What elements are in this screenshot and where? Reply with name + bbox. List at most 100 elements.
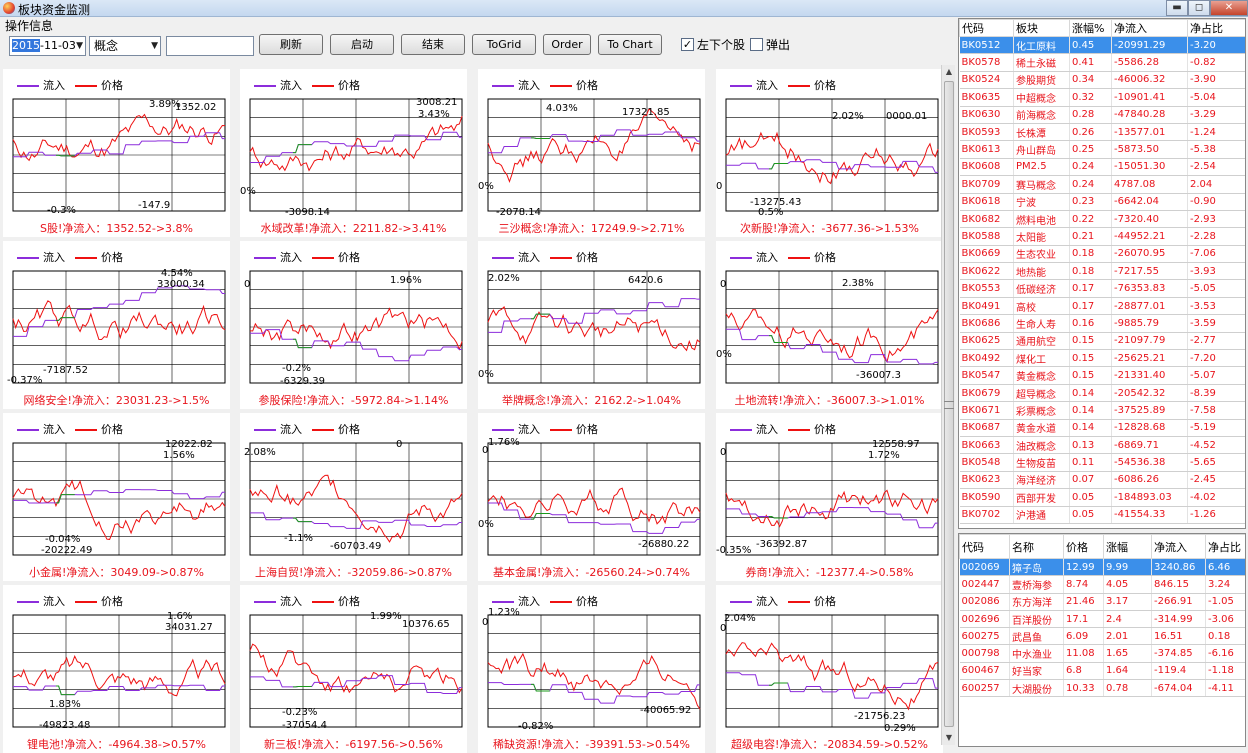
sector-chart[interactable]: 流入价格1.23%0-0.82%-40065.92稀缺资源!净流入：-39391… [478,585,705,753]
chart-grid-scrollbar[interactable]: ▲ ▼ [941,65,955,745]
table-row[interactable]: BK0622地热能0.18-7217.55-3.93 [960,263,1247,280]
table-row[interactable]: 600257大湖股份10.330.78-674.04-4.11 [960,680,1247,697]
table-cell: -1.18 [1206,662,1247,679]
chevron-down-icon[interactable]: ▼ [151,39,158,53]
maximize-button[interactable]: ◻ [1188,0,1210,16]
table-row[interactable]: BK0682燃料电池0.22-7320.40-2.93 [960,210,1247,227]
table-row[interactable]: 000798中水渔业11.081.65-374.85-6.16 [960,645,1247,662]
legend-inflow-label: 流入 [756,251,778,264]
sector-chart[interactable]: 流入价格2.02%6420.60%举牌概念!净流入：2162.2->1.04% [478,241,705,409]
table-row[interactable]: BK0547黄金概念0.15-21331.40-5.07 [960,367,1247,384]
popup-checkbox[interactable] [750,38,763,51]
legend-inflow: 流入 [730,77,778,93]
date-picker[interactable]: 2015-11-03 ▼ [9,36,86,56]
sector-chart[interactable]: 流入价格1.96%0-0.2%-6329.39参股保险!净流入：-5972.84… [240,241,467,409]
sector-column-header[interactable]: 净占比 [1188,20,1247,37]
sector-chart[interactable]: 流入价格2.04%0-21756.230.29%超级电容!净流入：-20834.… [716,585,943,753]
legend-inflow: 流入 [492,77,540,93]
table-row[interactable]: BK0686生命人寿0.16-9885.79-3.59 [960,315,1247,332]
table-row[interactable]: 600275武昌鱼6.092.0116.510.18 [960,628,1247,645]
table-row[interactable]: BK0608PM2.50.24-15051.30-2.54 [960,158,1247,175]
table-cell: BK0682 [960,210,1014,227]
table-row[interactable]: 002696百洋股份17.12.4-314.99-3.06 [960,610,1247,627]
sector-chart[interactable]: 流入价格1.99%10376.65-0.23%-37054.4新三板!净流入：-… [240,585,467,753]
table-row[interactable]: BK0709赛马概念0.244787.082.04 [960,176,1247,193]
table-row[interactable]: BK0512化工原料0.45-20991.29-3.20 [960,37,1247,54]
table-row[interactable]: 002086东方海洋21.463.17-266.91-1.05 [960,593,1247,610]
category-select[interactable]: 概念 ▼ [89,36,161,56]
sector-chart[interactable]: 流入价格2.38%00%-36007.3土地流转!净流入：-36007.3->1… [716,241,943,409]
legend-inflow-label: 流入 [518,595,540,608]
table-row[interactable]: 600467好当家6.81.64-119.4-1.18 [960,662,1247,679]
sector-chart[interactable]: 流入价格1.76%00%-26880.22基本金属!净流入：-26560.24-… [478,413,705,581]
table-row[interactable]: BK0635中超概念0.32-10901.41-5.04 [960,89,1247,106]
refresh-button[interactable]: 刷新 [259,34,323,55]
legend-inflow-swatch [17,601,39,603]
table-row[interactable]: BK0679超导概念0.14-20542.32-8.39 [960,384,1247,401]
stock-column-header[interactable]: 涨幅 [1104,535,1152,559]
sector-column-header[interactable]: 涨幅% [1070,20,1112,37]
sector-chart[interactable]: 流入价格2.02%0000.010-13275.430.5%次新股!净流入：-3… [716,69,943,237]
sector-chart[interactable]: 流入价格4.54%33000.34-0.37%-7187.52网络安全!净流入：… [3,241,230,409]
table-cell: -5.19 [1188,419,1247,436]
scroll-up-icon[interactable]: ▲ [942,65,956,79]
stock-column-header[interactable]: 净占比 [1206,535,1247,559]
table-row[interactable]: BK0702沪港通0.05-41554.33-1.26 [960,506,1247,523]
sector-chart[interactable]: 流入价格12022.821.56%-0.04%-20222.49小金属!净流入：… [3,413,230,581]
table-cell: -3.06 [1206,610,1247,627]
table-row[interactable]: BK0669生态农业0.18-26070.95-7.06 [960,245,1247,262]
table-row[interactable]: BK0613舟山群岛0.25-5873.50-5.38 [960,141,1247,158]
minimize-button[interactable]: ▬ [1166,0,1188,16]
legend-inflow: 流入 [17,593,65,609]
chart-annotation: 0 [716,181,722,192]
table-row[interactable]: BK0578稀土永磁0.41-5586.28-0.82 [960,54,1247,71]
togrid-button[interactable]: ToGrid [472,34,536,55]
stock-column-header[interactable]: 名称 [1010,535,1064,559]
table-cell: 6.8 [1064,662,1104,679]
end-button[interactable]: 结束 [401,34,465,55]
table-row[interactable]: BK0588太阳能0.21-44952.21-2.28 [960,228,1247,245]
chart-caption: 三沙概念!净流入：17249.9->2.71% [478,220,705,236]
table-row[interactable]: BK0625通用航空0.15-21097.79-2.77 [960,332,1247,349]
scroll-down-icon[interactable]: ▼ [942,731,956,745]
sector-chart[interactable]: 流入价格3.89%1352.02-0.3%-147.9S股!净流入：1352.5… [3,69,230,237]
search-input[interactable] [166,36,254,56]
sector-chart[interactable]: 流入价格4.03%17321.850%-2078.14三沙概念!净流入：1724… [478,69,705,237]
table-row[interactable]: BK0524参股期货0.34-46006.32-3.90 [960,71,1247,88]
stock-column-header[interactable]: 净流入 [1152,535,1206,559]
table-row[interactable]: BK0663油改概念0.13-6869.71-4.52 [960,436,1247,453]
stock-column-header[interactable]: 价格 [1064,535,1104,559]
sector-column-header[interactable]: 净流入 [1112,20,1188,37]
table-cell: 0.26 [1070,123,1112,140]
table-row[interactable]: BK0593长株潭0.26-13577.01-1.24 [960,123,1247,140]
table-row[interactable]: BK0590西部开发0.05-184893.03-4.02 [960,489,1247,506]
left-lower-checkbox[interactable]: ✓ [681,38,694,51]
sector-chart[interactable]: 流入价格02.08%-1.1%-60703.49上海自贸!净流入：-32059.… [240,413,467,581]
chart-annotation: 0.29% [884,723,916,734]
category-value: 概念 [94,39,118,53]
sector-chart[interactable]: 流入价格12558.971.72%0-0.35%-36392.87券商!净流入：… [716,413,943,581]
table-row[interactable]: BK0687黄金水道0.14-12828.68-5.19 [960,419,1247,436]
table-row[interactable]: BK0492煤化工0.15-25625.21-7.20 [960,350,1247,367]
tochart-button[interactable]: To Chart [598,34,662,55]
legend-price-label: 价格 [101,423,123,436]
table-row[interactable]: BK0671彩票概念0.14-37525.89-7.58 [960,402,1247,419]
table-row[interactable]: BK0623海洋经济0.07-6086.26-2.45 [960,471,1247,488]
table-row[interactable]: BK0630前海概念0.28-47840.28-3.29 [960,106,1247,123]
table-row[interactable]: 002447壹桥海参8.744.05846.153.24 [960,576,1247,593]
sector-column-header[interactable]: 代码 [960,20,1014,37]
table-row[interactable]: 002069獐子岛12.999.993240.866.46 [960,559,1247,576]
sector-chart[interactable]: 流入价格1.6%34031.271.83%-49823.48锂电池!净流入：-4… [3,585,230,753]
table-row[interactable]: BK0553低碳经济0.17-76353.83-5.05 [960,280,1247,297]
chart-annotation: 12022.82 [165,439,213,450]
table-row[interactable]: BK0548生物疫苗0.11-54536.38-5.65 [960,454,1247,471]
stock-column-header[interactable]: 代码 [960,535,1010,559]
close-button[interactable]: ✕ [1210,0,1248,16]
chevron-down-icon[interactable]: ▼ [76,39,83,53]
table-row[interactable]: BK0618宁波0.23-6642.04-0.90 [960,193,1247,210]
table-row[interactable]: BK0491高校0.17-28877.01-3.53 [960,297,1247,314]
order-button[interactable]: Order [543,34,591,55]
sector-column-header[interactable]: 板块 [1014,20,1070,37]
sector-chart[interactable]: 流入价格3008.213.43%0%-3098.14水域改革!净流入：2211.… [240,69,467,237]
start-button[interactable]: 启动 [330,34,394,55]
